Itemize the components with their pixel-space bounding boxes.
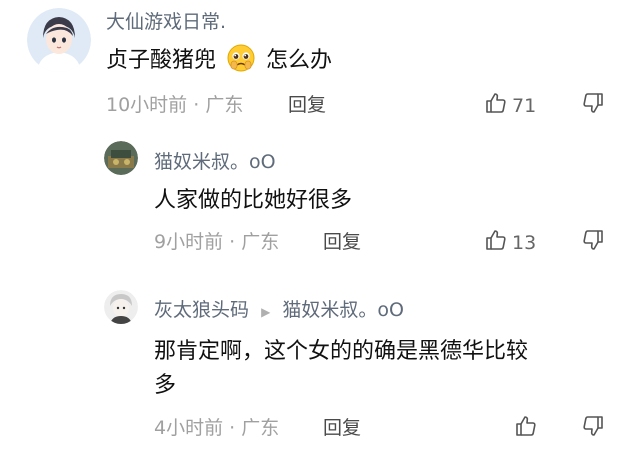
reply-time: 4小时前 xyxy=(154,417,224,439)
reply-text-line2: 多 xyxy=(154,373,177,398)
comment-text-main: 贞子酸猪兜 xyxy=(106,48,217,73)
reply-dislike-button[interactable] xyxy=(581,414,605,442)
comment-username[interactable]: 大仙游戏日常. xyxy=(106,10,226,34)
thumbs-down-icon xyxy=(581,416,605,442)
comment-meta: 10小时前 · 广东 xyxy=(106,93,243,117)
comment-text: 贞子酸猪兜 怎么办 xyxy=(106,44,332,83)
avatar-image xyxy=(27,8,91,72)
meta-separator: · xyxy=(223,417,242,439)
thumbs-up-icon xyxy=(514,414,538,443)
comment-like-button[interactable]: 71 xyxy=(484,91,536,120)
right-triangle-icon: ▶ xyxy=(261,305,271,319)
reply-dislike-button[interactable] xyxy=(581,228,605,256)
reply-username[interactable]: 灰太狼头码 xyxy=(154,299,249,321)
thumbs-up-icon xyxy=(484,228,508,257)
reply-avatar[interactable] xyxy=(104,141,138,175)
comment-location: 广东 xyxy=(205,94,244,116)
comment-reply-button[interactable]: 回复 xyxy=(288,93,326,117)
comment-time: 10小时前 xyxy=(106,94,188,116)
thumbs-up-icon xyxy=(484,91,508,120)
thumbs-down-icon xyxy=(581,93,605,119)
reply-location: 广东 xyxy=(241,231,280,253)
reply-to-username[interactable]: 猫奴米叔。oO xyxy=(282,299,404,321)
reply-meta: 4小时前 · 广东 xyxy=(154,416,279,440)
reply-like-button[interactable] xyxy=(514,414,542,443)
reply-time: 9小时前 xyxy=(154,231,224,253)
avatar[interactable] xyxy=(27,8,91,72)
reply-meta: 9小时前 · 广东 xyxy=(154,230,279,254)
reply-text: 人家做的比她好很多 xyxy=(154,188,353,213)
reply-location: 广东 xyxy=(241,417,280,439)
reply-like-count: 13 xyxy=(512,231,537,254)
reply-avatar-image xyxy=(104,290,138,324)
reply-text-line1: 那肯定啊，这个女的的确是黑德华比较 xyxy=(154,339,529,364)
pleading-face-emoji-icon xyxy=(227,44,255,83)
reply-like-button[interactable]: 13 xyxy=(484,228,536,257)
thumbs-down-icon xyxy=(581,230,605,256)
reply-username-row: 灰太狼头码 ▶ 猫奴米叔。oO xyxy=(154,298,404,324)
reply-text: 那肯定啊，这个女的的确是黑德华比较 多 xyxy=(154,335,624,403)
meta-separator: · xyxy=(187,94,206,116)
comment-text-suffix: 怎么办 xyxy=(266,48,333,73)
reply-avatar-image xyxy=(104,141,138,175)
comment-dislike-button[interactable] xyxy=(581,91,605,119)
reply-reply-button[interactable]: 回复 xyxy=(323,416,361,440)
meta-separator: · xyxy=(223,231,242,253)
reply-username[interactable]: 猫奴米叔。oO xyxy=(154,150,276,174)
reply-avatar[interactable] xyxy=(104,290,138,324)
comment-like-count: 71 xyxy=(512,94,537,117)
reply-reply-button[interactable]: 回复 xyxy=(323,230,361,254)
